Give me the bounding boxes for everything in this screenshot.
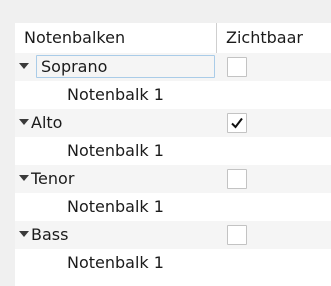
instrument-label: Alto — [31, 113, 63, 132]
staff-label: Notenbalk 1 — [67, 253, 164, 272]
checkmark-icon — [231, 117, 243, 129]
expand-arrow-icon[interactable] — [19, 119, 29, 125]
column-header-staves[interactable]: Notenbalken — [15, 23, 216, 53]
tree-row-alto[interactable]: Alto — [15, 109, 331, 137]
staff-label: Notenbalk 1 — [67, 197, 164, 216]
expand-arrow-icon[interactable] — [19, 63, 29, 69]
instrument-label: Tenor — [31, 169, 75, 188]
expand-arrow-icon[interactable] — [19, 175, 29, 181]
staves-visibility-table: Notenbalken Zichtbaar Soprano Notenbalk … — [15, 23, 331, 286]
tree-row-staff[interactable]: Notenbalk 1 — [15, 81, 331, 109]
tree-row-staff[interactable]: Notenbalk 1 — [15, 249, 331, 277]
visible-checkbox[interactable] — [227, 169, 247, 189]
tree-row-staff[interactable]: Notenbalk 1 — [15, 193, 331, 221]
instrument-label: Bass — [31, 225, 69, 244]
staff-label: Notenbalk 1 — [67, 85, 164, 104]
visible-checkbox[interactable] — [227, 57, 247, 77]
tree-row-tenor[interactable]: Tenor — [15, 165, 331, 193]
staff-label: Notenbalk 1 — [67, 141, 164, 160]
tree-row-staff[interactable]: Notenbalk 1 — [15, 137, 331, 165]
table-header: Notenbalken Zichtbaar — [15, 23, 331, 54]
tree-row-bass[interactable]: Bass — [15, 221, 331, 249]
tree-row-soprano[interactable]: Soprano — [15, 53, 331, 81]
visible-checkbox[interactable] — [227, 113, 247, 133]
column-header-visible[interactable]: Zichtbaar — [216, 23, 331, 53]
visible-checkbox[interactable] — [227, 225, 247, 245]
expand-arrow-icon[interactable] — [19, 231, 29, 237]
instrument-label: Soprano — [41, 57, 108, 76]
